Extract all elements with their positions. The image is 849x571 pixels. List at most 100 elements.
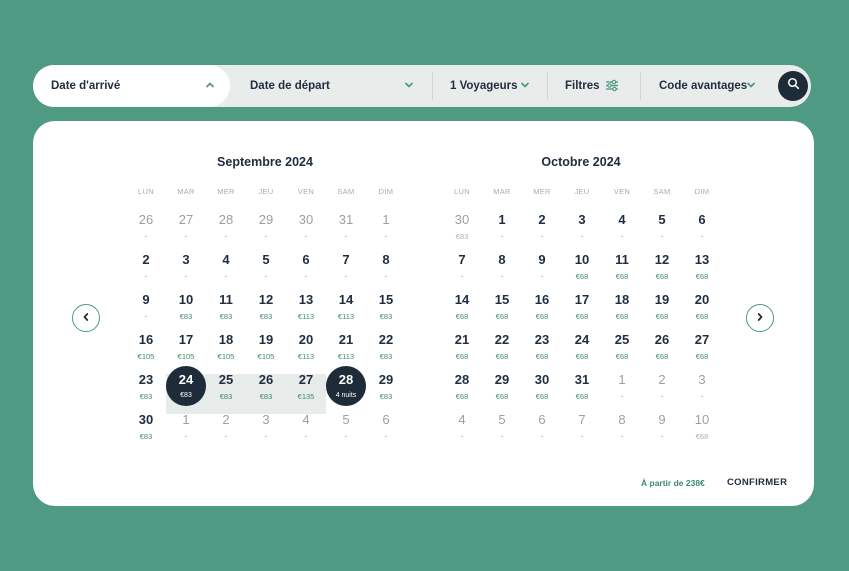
calendar-day[interactable]: 25 €83 [206,366,246,406]
calendar-day[interactable]: 24 €68 [562,326,602,366]
calendar-day[interactable]: 17 €68 [562,286,602,326]
calendar-day[interactable]: 11 €83 [206,286,246,326]
calendar-day[interactable]: 29 - [246,206,286,246]
calendar-day[interactable]: 6- [366,406,406,446]
calendar-day[interactable]: 22 €68 [482,326,522,366]
calendar-day[interactable]: 25 €68 [602,326,642,366]
day-number: 26 [138,212,154,227]
calendar-day[interactable]: 3- [166,246,206,286]
calendar-day[interactable]: 1- [166,406,206,446]
confirm-button[interactable]: CONFIRMER [727,477,787,488]
calendar-day[interactable]: 5- [326,406,366,446]
promo-code-field[interactable]: Code avantages [659,65,789,107]
calendar-day[interactable]: 5- [642,206,682,246]
day-number: 8 [498,252,506,267]
calendar-day[interactable]: 30 €68 [522,366,562,406]
calendar-day[interactable]: 2- [522,206,562,246]
calendar-day[interactable]: 8- [482,246,522,286]
calendar-day[interactable]: 11 €68 [602,246,642,286]
calendar-day[interactable]: 7- [562,406,602,446]
calendar-day[interactable]: 23 €68 [522,326,562,366]
departure-date-field[interactable]: Date de départ [250,65,430,107]
calendar-day[interactable]: 10 €68 [562,246,602,286]
previous-month-button[interactable] [72,304,100,332]
calendar-day[interactable]: 7- [442,246,482,286]
calendar-day[interactable]: 26 €83 [246,366,286,406]
calendar-day[interactable]: 18 €68 [602,286,642,326]
calendar-day[interactable]: 20 €113 [286,326,326,366]
calendar-day[interactable]: 3- [562,206,602,246]
calendar-day[interactable]: 8- [602,406,642,446]
calendar-day[interactable]: 5- [246,246,286,286]
calendar-day[interactable]: 9- [126,286,166,326]
calendar-day[interactable]: 1- [482,206,522,246]
calendar-day[interactable]: 23 €83 [126,366,166,406]
calendar-day[interactable]: 9- [642,406,682,446]
calendar-day[interactable]: 26 €68 [642,326,682,366]
calendar-day[interactable]: 14 €68 [442,286,482,326]
calendar-day[interactable]: 16 €105 [126,326,166,366]
calendar-day[interactable]: 2- [126,246,166,286]
calendar-day[interactable]: 30 €83 [126,406,166,446]
calendar-day[interactable]: 9- [522,246,562,286]
calendar-day[interactable]: 12 €68 [642,246,682,286]
calendar-day[interactable]: 27 €68 [682,326,722,366]
calendar-day[interactable]: 1- [366,206,406,246]
calendar-day[interactable]: 4- [206,246,246,286]
calendar-day[interactable]: 4- [602,206,642,246]
calendar-day[interactable]: 30 €83 [442,206,482,246]
calendar-day[interactable]: 27 €135 [286,366,326,406]
calendar-day[interactable]: 31 - [326,206,366,246]
calendar-day[interactable]: 29 €83 [366,366,406,406]
calendar-day[interactable]: 15 €68 [482,286,522,326]
calendar-day[interactable]: 26 - [126,206,166,246]
day-price: €113 [337,352,355,361]
calendar-day[interactable]: 17 €105 [166,326,206,366]
calendar-day[interactable]: 6- [522,406,562,446]
calendar-day[interactable]: 10 €68 [682,406,722,446]
calendar-day[interactable]: 10 €83 [166,286,206,326]
day-number: 30 [454,212,470,227]
calendar-day[interactable]: 5- [482,406,522,446]
calendar-day[interactable]: 27 - [166,206,206,246]
calendar-day[interactable]: 21 €68 [442,326,482,366]
calendar-day[interactable]: 6- [682,206,722,246]
calendar-day[interactable]: 16 €68 [522,286,562,326]
day-price: €68 [655,272,669,281]
calendar-day[interactable]: 1- [602,366,642,406]
calendar-day[interactable]: 7- [326,246,366,286]
day-number: 3 [182,252,190,267]
calendar-day[interactable]: 31 €68 [562,366,602,406]
calendar-day[interactable]: 28 - [206,206,246,246]
day-number: 8 [618,412,626,427]
calendar-day[interactable]: 29 €68 [482,366,522,406]
calendar-day-selected[interactable]: 24 €83 [166,366,206,406]
calendar-day[interactable]: 6- [286,246,326,286]
calendar-day[interactable]: 8- [366,246,406,286]
calendar-day[interactable]: 3- [682,366,722,406]
calendar-day[interactable]: 22 €83 [366,326,406,366]
calendar-day[interactable]: 15 €83 [366,286,406,326]
calendar-day[interactable]: 4- [442,406,482,446]
calendar-day[interactable]: 19 €68 [642,286,682,326]
calendar-day[interactable]: 21 €113 [326,326,366,366]
calendar-day[interactable]: 19 €105 [246,326,286,366]
arrival-date-field[interactable]: Date d'arrivé [33,65,230,107]
calendar-day[interactable]: 30 - [286,206,326,246]
calendar-day-selected[interactable]: 28 4 nuits [326,366,366,406]
calendar-day[interactable]: 4- [286,406,326,446]
calendar-day[interactable]: 28 €68 [442,366,482,406]
calendar-day[interactable]: 20 €68 [682,286,722,326]
travellers-field[interactable]: 1 Voyageurs [450,65,545,107]
calendar-day[interactable]: 3- [246,406,286,446]
calendar-day[interactable]: 12 €83 [246,286,286,326]
next-month-button[interactable] [746,304,774,332]
calendar-day[interactable]: 13 €68 [682,246,722,286]
calendar-day[interactable]: 2- [206,406,246,446]
calendar-day[interactable]: 13 €113 [286,286,326,326]
calendar-day[interactable]: 2- [642,366,682,406]
search-button[interactable] [778,71,808,101]
filters-button[interactable]: Filtres [565,65,655,107]
calendar-day[interactable]: 14 €113 [326,286,366,326]
calendar-day[interactable]: 18 €105 [206,326,246,366]
